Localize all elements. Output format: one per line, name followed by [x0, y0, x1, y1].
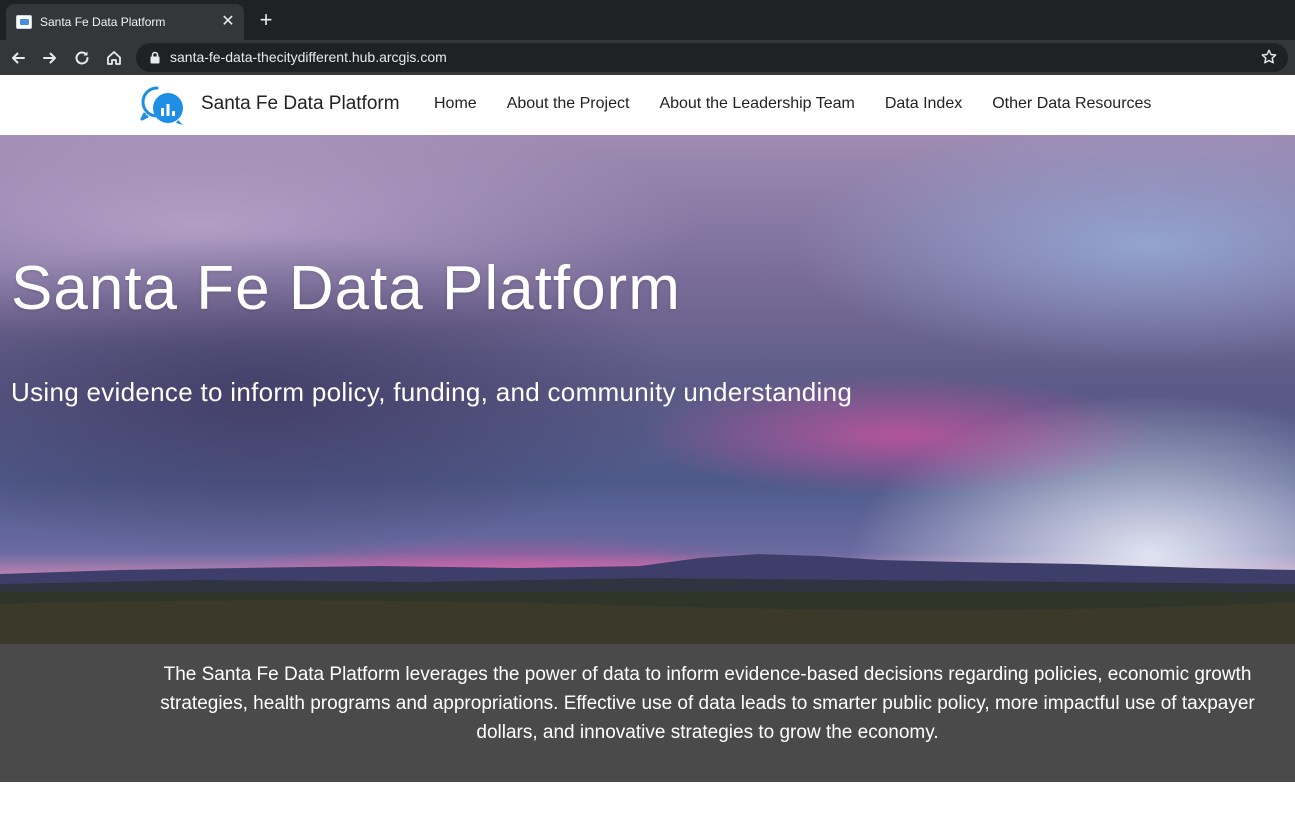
- back-icon: [12, 52, 25, 64]
- site-name[interactable]: Santa Fe Data Platform: [201, 93, 400, 115]
- hero-landscape-image: [0, 554, 1295, 644]
- favicon-icon: [16, 15, 32, 29]
- nav-about-project[interactable]: About the Project: [507, 95, 630, 117]
- new-tab-button[interactable]: +: [256, 9, 276, 31]
- description-band: The Santa Fe Data Platform leverages the…: [0, 644, 1295, 782]
- home-icon: [107, 51, 121, 65]
- nav-home[interactable]: Home: [434, 95, 477, 117]
- address-bar[interactable]: santa-fe-data-thecitydifferent.hub.arcgi…: [136, 43, 1288, 72]
- back-button[interactable]: [6, 46, 30, 70]
- site-nav: Home About the Project About the Leaders…: [434, 95, 1151, 117]
- nav-data-index[interactable]: Data Index: [885, 95, 962, 117]
- home-button[interactable]: [102, 46, 126, 70]
- forward-button[interactable]: [38, 46, 62, 70]
- hero-subtitle: Using evidence to inform policy, funding…: [11, 377, 853, 407]
- nav-about-leadership[interactable]: About the Leadership Team: [659, 95, 854, 117]
- url-text: santa-fe-data-thecitydifferent.hub.arcgi…: [170, 49, 447, 65]
- tab-close-icon[interactable]: ✕: [220, 14, 236, 30]
- tab-title: Santa Fe Data Platform: [40, 15, 166, 29]
- nav-other-resources[interactable]: Other Data Resources: [992, 95, 1151, 117]
- bookmark-star-icon[interactable]: [1260, 48, 1278, 66]
- hero-banner: Santa Fe Data Platform Using evidence to…: [0, 135, 1295, 644]
- forward-icon: [43, 52, 56, 64]
- reload-icon: [75, 51, 89, 65]
- lock-icon: [150, 51, 160, 64]
- chat-bubble-bar-chart-icon[interactable]: [139, 84, 185, 126]
- description-text: The Santa Fe Data Platform leverages the…: [160, 664, 1255, 743]
- browser-toolbar: santa-fe-data-thecitydifferent.hub.arcgi…: [0, 40, 1295, 75]
- hero-title: Santa Fe Data Platform: [11, 254, 681, 323]
- site-header: Santa Fe Data Platform Home About the Pr…: [0, 75, 1295, 135]
- browser-tab-active[interactable]: Santa Fe Data Platform ✕: [6, 4, 244, 40]
- browser-tab-strip: Santa Fe Data Platform ✕ +: [0, 0, 1295, 40]
- reload-button[interactable]: [70, 46, 94, 70]
